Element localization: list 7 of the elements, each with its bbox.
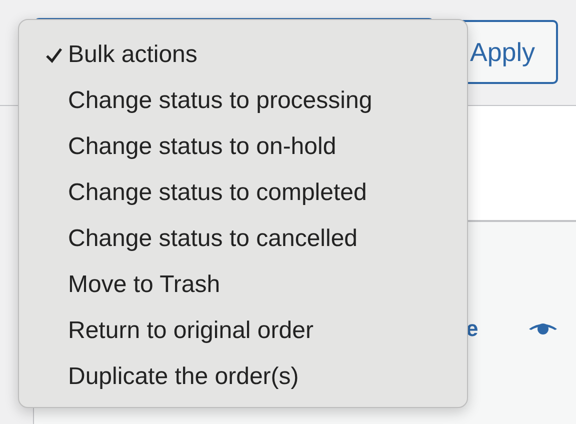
menu-item[interactable]: Change status to cancelled xyxy=(19,216,467,262)
menu-item[interactable]: Move to Trash xyxy=(19,262,467,308)
menu-item[interactable]: Change status to on-hold xyxy=(19,124,467,170)
menu-item[interactable]: Return to original order xyxy=(19,308,467,354)
menu-item[interactable]: Change status to completed xyxy=(19,170,467,216)
eye-icon[interactable] xyxy=(528,322,558,336)
menu-item[interactable]: Duplicate the order(s) xyxy=(19,354,467,400)
